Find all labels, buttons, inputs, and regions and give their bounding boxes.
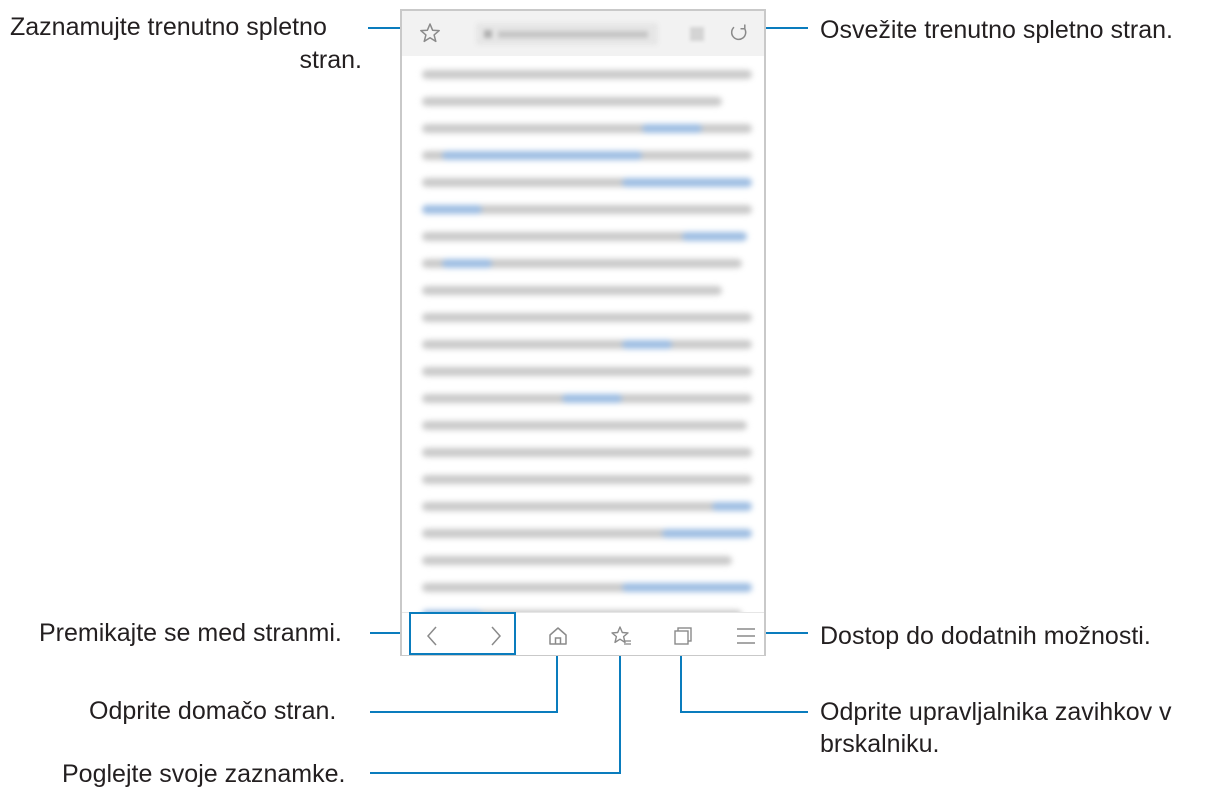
- callout-navigate: Premikajte se med stranmi.: [39, 619, 342, 647]
- callout-bookmark: Zaznamujte trenutno spletno: [10, 13, 327, 41]
- home-icon[interactable]: [547, 626, 569, 646]
- callout-view-bookmarks: Poglejte svoje zaznamke.: [62, 760, 346, 788]
- leader-bookmarks-v: [619, 649, 621, 774]
- callout-refresh: Osvežite trenutno spletno stran.: [820, 16, 1173, 44]
- star-icon[interactable]: [419, 22, 441, 44]
- leader-home-h: [370, 711, 558, 713]
- browser-screen: [400, 9, 766, 656]
- bookmarks-icon[interactable]: [610, 625, 632, 647]
- reader-icon[interactable]: [690, 27, 704, 41]
- callout-home: Odprite domačo stran.: [89, 697, 337, 725]
- url-bar: [402, 11, 764, 56]
- refresh-icon[interactable]: [728, 22, 750, 44]
- leader-home-v: [556, 649, 558, 713]
- leader-tabs-h: [680, 711, 808, 713]
- callout-bookmark-cont: stran.: [299, 46, 362, 74]
- callout-tabs-manager-cont: brskalniku.: [820, 730, 940, 758]
- menu-icon[interactable]: [735, 626, 757, 646]
- callout-more-options: Dostop do dodatnih možnosti.: [820, 622, 1151, 650]
- leader-tabs-v: [680, 649, 682, 713]
- page-content-blurred: [422, 61, 752, 637]
- tabs-icon[interactable]: [672, 625, 694, 647]
- navigation-highlight-box: [409, 612, 516, 655]
- callout-tabs-manager: Odprite upravljalnika zavihkov v: [820, 698, 1172, 726]
- leader-bookmarks-h: [370, 772, 621, 774]
- address-field[interactable]: [476, 23, 658, 45]
